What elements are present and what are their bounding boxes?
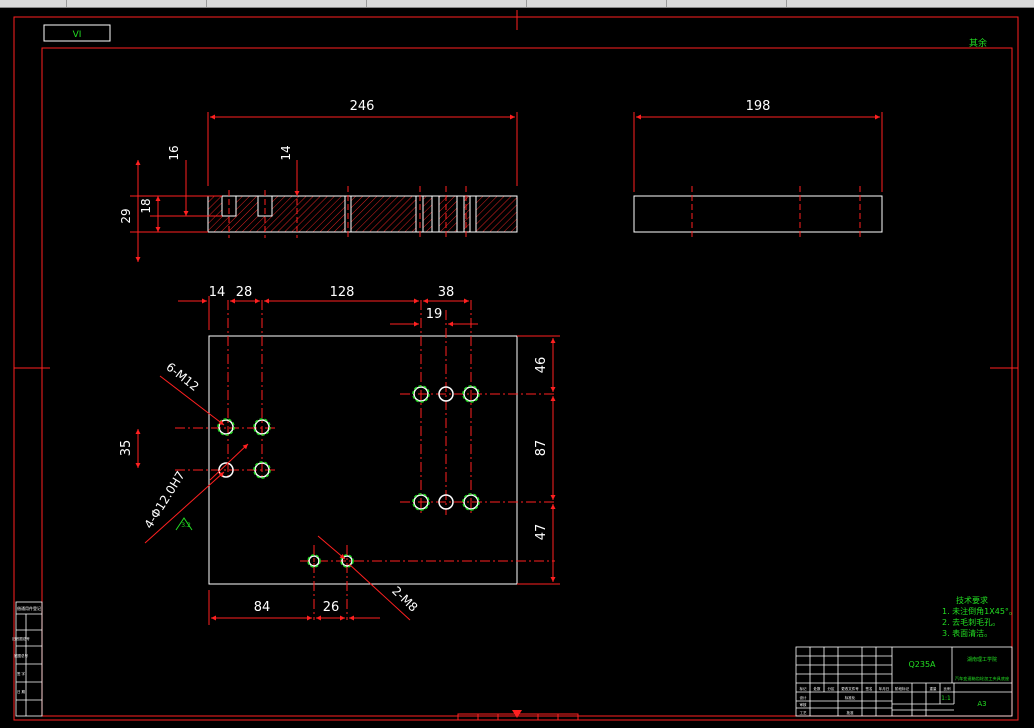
dim-29: 29: [119, 208, 133, 223]
bottom-ruler: [457, 710, 579, 721]
dim-16: 16: [167, 145, 181, 160]
stage-label: 阶段标记: [895, 686, 909, 691]
sheet-size-label: A3: [977, 700, 986, 708]
row-label: 处数: [814, 686, 822, 691]
dim-87: 87: [534, 440, 549, 457]
dim-47: 47: [534, 524, 549, 541]
callout-2-m8: 2-M8: [389, 584, 420, 615]
technical-requirements: 技术要求 1. 未注倒角1X45°。 2. 去毛刺毛孔。 3. 表面清洁。: [942, 595, 1017, 638]
dim-14-top: 14: [279, 145, 293, 160]
stamp-label: 旧底图总号: [12, 636, 30, 641]
view-tag-label: ⅤⅠ: [73, 30, 82, 40]
stamp-label: 底图总号: [14, 653, 28, 658]
row-label: 更改文件号: [841, 686, 859, 691]
scale-label: 1:1: [941, 695, 951, 702]
tech-req-item: 1. 未注倒角1X45°。: [942, 606, 1017, 616]
dim-38: 38: [438, 285, 455, 300]
dim-28: 28: [236, 285, 253, 300]
callout-6-m12: 6-M12: [163, 360, 201, 394]
dim-46: 46: [534, 357, 549, 374]
tech-req-item: 3. 表面清洁。: [942, 628, 992, 638]
dim-18: 18: [139, 198, 153, 213]
roughness-note: 其余: [969, 37, 987, 49]
dim-128: 128: [330, 285, 355, 300]
school-label: 湖南理工学院: [967, 656, 997, 663]
side-label: 设计: [800, 695, 808, 700]
row-label: 标记: [800, 686, 808, 691]
part-name-label: 汽车变速箱齿轮加工夹具底座: [955, 675, 1009, 682]
row-label: 年月日: [879, 686, 890, 691]
weight-label: 重量: [930, 686, 938, 691]
dim-19: 19: [426, 307, 443, 322]
ratio-label: 比例: [944, 686, 952, 691]
stamp-label: 签 字: [17, 671, 26, 676]
dim-26: 26: [323, 600, 340, 615]
side-label: 审核: [800, 702, 808, 707]
stamp-label: 日 期: [17, 689, 26, 694]
side-label: 标准化: [845, 695, 856, 700]
side-label: 工艺: [800, 710, 808, 715]
dim-246: 246: [350, 99, 375, 114]
side-label: 批准: [847, 710, 855, 715]
roughness-symbol: 3.2: [175, 517, 193, 531]
plan-view[interactable]: 14 28 128 38 19 46 87 47 35 84 26 6-M12 …: [119, 285, 560, 625]
row-label: 分区: [828, 686, 836, 691]
material-label: Q235A: [908, 660, 936, 669]
left-stamp-table: 借通用件登记 旧底图总号 底图总号 签 字 日 期: [12, 601, 43, 717]
top-section-view[interactable]: 246 29 18 16 14: [119, 99, 518, 262]
row-label: 签名: [866, 686, 873, 691]
tech-req-item: 2. 去毛刺毛孔。: [942, 617, 1000, 627]
svg-text:3.2: 3.2: [181, 522, 191, 529]
tech-req-title: 技术要求: [956, 595, 988, 605]
dim-14: 14: [209, 285, 226, 300]
dim-84: 84: [254, 600, 271, 615]
stamp-label: 借通用件登记: [17, 605, 41, 611]
dim-198: 198: [746, 99, 771, 114]
dim-35: 35: [119, 440, 134, 457]
cad-drawing-canvas[interactable]: ⅤⅠ 其余 246 29 18 16 14 198 14 28 128 38 1…: [0, 0, 1034, 728]
side-view[interactable]: 198: [633, 99, 883, 240]
